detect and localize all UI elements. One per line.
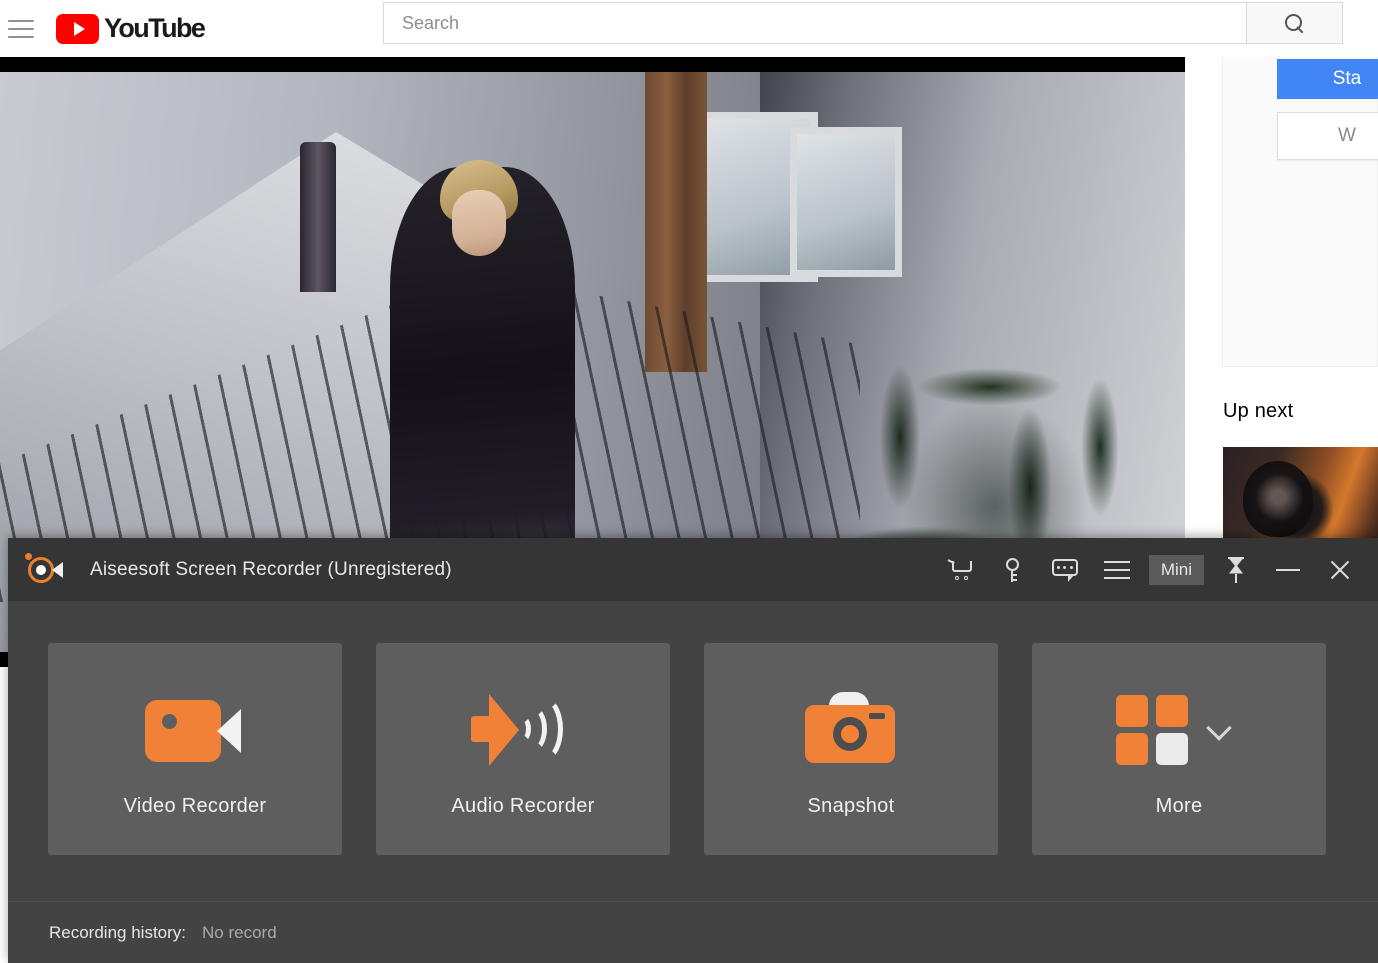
sidebar-primary-button[interactable]: Sta xyxy=(1277,59,1378,99)
video-camera-icon xyxy=(145,669,245,789)
youtube-logo[interactable]: YouTube xyxy=(56,13,206,44)
aiseesoft-window: Aiseesoft Screen Recorder (Unregistered) xyxy=(8,538,1378,963)
pin-icon[interactable] xyxy=(1210,538,1262,601)
video-recorder-card[interactable]: Video Recorder xyxy=(48,643,342,855)
video-person-face xyxy=(452,190,506,256)
card-label: More xyxy=(1155,795,1203,817)
minimize-icon[interactable] xyxy=(1262,538,1314,601)
search-button[interactable] xyxy=(1247,2,1343,44)
hamburger-icon[interactable] xyxy=(8,19,34,38)
key-icon[interactable] xyxy=(987,538,1039,601)
video-lamp-element xyxy=(300,142,336,292)
sidebar-secondary-button[interactable]: W xyxy=(1277,112,1378,160)
menu-icon[interactable] xyxy=(1091,538,1143,601)
video-window-element xyxy=(790,127,902,277)
cart-icon[interactable] xyxy=(935,538,987,601)
up-next-heading: Up next xyxy=(1223,400,1294,422)
aiseesoft-record-icon xyxy=(22,552,68,587)
youtube-play-icon xyxy=(56,13,99,44)
mode-card-list: Video Recorder Audio Recorder Snapshot M… xyxy=(48,643,1326,855)
mini-mode-button[interactable]: Mini xyxy=(1148,554,1204,585)
more-card[interactable]: More xyxy=(1032,643,1326,855)
search-bar: Search xyxy=(383,2,1343,44)
youtube-logo-text: YouTube xyxy=(104,13,206,43)
card-label: Video Recorder xyxy=(123,795,267,817)
recording-history-bar: Recording history: No record xyxy=(8,901,1378,963)
close-icon[interactable] xyxy=(1314,538,1366,601)
recording-history-label: Recording history: xyxy=(49,922,187,942)
snapshot-card[interactable]: Snapshot xyxy=(704,643,998,855)
sidebar-promo-card xyxy=(1222,57,1378,367)
camera-icon xyxy=(805,669,897,789)
card-label: Snapshot xyxy=(807,795,895,817)
up-next-thumbnail[interactable] xyxy=(1223,447,1378,542)
app-body: Video Recorder Audio Recorder Snapshot M… xyxy=(8,601,1378,963)
search-icon xyxy=(1285,13,1304,33)
speaker-icon xyxy=(471,669,575,789)
audio-recorder-card[interactable]: Audio Recorder xyxy=(376,643,670,855)
app-title-text: Aiseesoft Screen Recorder (Unregistered) xyxy=(90,558,452,580)
screen: YouTube Search Sta W Up next Aiseesoft S… xyxy=(0,0,1378,963)
grid-squares-icon xyxy=(1104,669,1254,789)
chevron-down-icon[interactable] xyxy=(1206,715,1232,741)
app-title-bar[interactable]: Aiseesoft Screen Recorder (Unregistered) xyxy=(8,538,1378,601)
card-label: Audio Recorder xyxy=(451,795,595,817)
chat-icon[interactable] xyxy=(1039,538,1091,601)
recording-history-value[interactable]: No record xyxy=(202,923,277,943)
search-input[interactable]: Search xyxy=(383,2,1247,44)
app-toolbar: Mini xyxy=(935,538,1366,601)
